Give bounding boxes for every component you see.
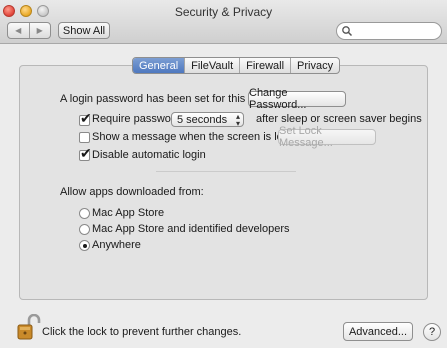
require-password-delay-select[interactable]: 5 seconds ▴ ▾ — [171, 112, 244, 128]
set-lock-message-button[interactable]: Set Lock Message... — [278, 125, 376, 149]
lock-hint-text: Click the lock to prevent further change… — [42, 326, 242, 338]
search-field[interactable] — [336, 22, 442, 40]
checkmark-icon: ✔ — [80, 110, 92, 126]
radio-selected-dot — [82, 243, 87, 248]
disable-auto-login-label: Disable automatic login — [92, 149, 206, 161]
require-password-checkbox[interactable]: ✔ — [79, 111, 92, 126]
require-password-label: Require password — [92, 113, 181, 125]
help-button[interactable]: ? — [423, 323, 441, 341]
radio-identified-developers[interactable] — [79, 224, 90, 235]
footer-bar: Click the lock to prevent further change… — [0, 300, 447, 348]
settings-panel: A login password has been set for this u… — [19, 65, 428, 300]
lock-open-icon[interactable] — [17, 314, 41, 340]
disable-auto-login-checkbox[interactable]: ✔ — [79, 146, 92, 161]
downloads-heading: Allow apps downloaded from: — [60, 186, 204, 198]
forward-button[interactable]: ▶ — [28, 23, 51, 38]
back-forward-control: ◀ ▶ — [7, 22, 51, 39]
login-password-text: A login password has been set for this u… — [60, 93, 270, 105]
tab-firewall[interactable]: Firewall — [239, 58, 290, 73]
radio-anywhere[interactable] — [79, 240, 90, 251]
back-button[interactable]: ◀ — [8, 23, 29, 38]
show-all-button[interactable]: Show All — [58, 22, 110, 39]
security-privacy-window: Security & Privacy ◀ ▶ Show All A login … — [0, 0, 447, 348]
section-divider — [156, 171, 296, 172]
checkmark-icon: ✔ — [80, 145, 92, 161]
show-message-checkbox[interactable] — [79, 132, 90, 143]
tab-general[interactable]: General — [133, 58, 185, 73]
radio-label-mac-app-store: Mac App Store — [92, 207, 165, 219]
tab-bar: General FileVault Firewall Privacy — [132, 57, 341, 74]
tab-filevault[interactable]: FileVault — [184, 58, 239, 73]
radio-label-anywhere: Anywhere — [92, 239, 141, 251]
window-title: Security & Privacy — [174, 5, 273, 19]
search-icon — [342, 26, 353, 37]
show-message-label: Show a message when the screen is locked — [92, 131, 307, 143]
require-password-suffix: after sleep or screen saver begins — [256, 113, 422, 125]
tab-privacy[interactable]: Privacy — [290, 58, 339, 73]
require-password-delay-value: 5 seconds — [177, 113, 228, 126]
toolbar: Security & Privacy ◀ ▶ Show All — [0, 0, 447, 44]
radio-mac-app-store[interactable] — [79, 208, 90, 219]
popup-arrows-icon: ▴ ▾ — [235, 112, 240, 128]
radio-label-identified-developers: Mac App Store and identified developers — [92, 223, 290, 235]
advanced-button[interactable]: Advanced... — [343, 322, 413, 341]
change-password-button[interactable]: Change Password... — [248, 87, 346, 111]
